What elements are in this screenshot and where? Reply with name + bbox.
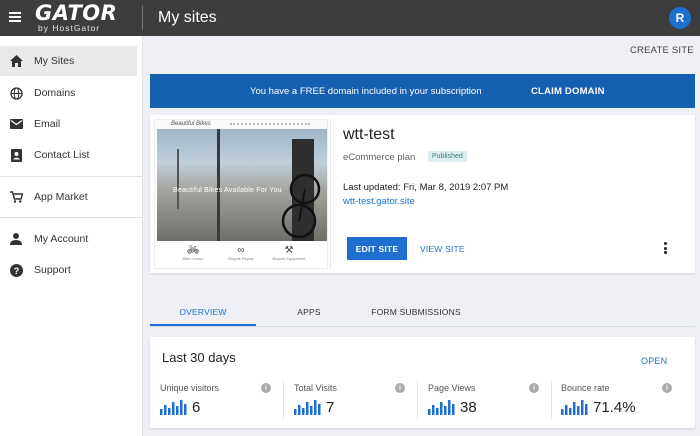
sidebar-item-my-sites[interactable]: My Sites <box>0 46 137 76</box>
bicycle-chain-icon: ∞ <box>237 245 245 256</box>
sidebar-item-email[interactable]: Email <box>0 109 142 139</box>
gator-logo[interactable]: GATOR by HostGator <box>35 2 117 33</box>
metric-unique-visitors: Unique visitors i 6 <box>150 377 282 421</box>
site-name: wtt-test <box>343 126 395 143</box>
hamburger-icon[interactable] <box>9 12 21 22</box>
bar-chart-icon <box>561 400 588 415</box>
thumbnail-feature-text: Bicycle Repair <box>228 256 254 261</box>
tab-form-submissions[interactable]: FORM SUBMISSIONS <box>362 297 470 327</box>
status-badge: Published <box>428 151 467 162</box>
person-icon <box>8 231 24 247</box>
site-url-link[interactable]: wtt-test.gator.site <box>343 196 415 207</box>
metric-label: Total Visits <box>294 383 337 393</box>
brand-name: GATOR <box>35 1 118 25</box>
metric-label: Bounce rate <box>561 383 610 393</box>
card-divider <box>330 119 331 269</box>
thumbnail-feature-text: Bicycle Equipment <box>272 256 306 261</box>
metric-value: 6 <box>192 399 201 416</box>
site-card: Beautiful Bikes Beautiful Bikes Availabl… <box>150 115 695 273</box>
metric-value: 38 <box>460 399 477 416</box>
svg-text:?: ? <box>13 266 19 276</box>
sidebar-item-label: Domains <box>34 87 76 99</box>
thumbnail-site-title: Beautiful Bikes <box>171 121 211 127</box>
sidebar-item-label: Contact List <box>34 149 90 161</box>
site-plan: eCommerce plan <box>343 152 416 163</box>
open-stats-button[interactable]: OPEN <box>641 356 667 366</box>
metric-value: 7 <box>326 399 335 416</box>
more-options-icon[interactable] <box>661 242 669 256</box>
header-divider <box>142 6 143 30</box>
info-icon[interactable]: i <box>529 383 539 393</box>
thumbnail-hero-caption: Beautiful Bikes Available For You <box>173 187 282 194</box>
mail-icon <box>8 116 24 132</box>
home-icon <box>8 53 24 69</box>
tabs-divider <box>150 326 695 327</box>
user-avatar[interactable]: R <box>669 7 691 29</box>
sidebar-item-contact-list[interactable]: Contact List <box>0 140 142 170</box>
thumbnail-feature: 🚲︎ Bike Lineup <box>173 245 213 262</box>
sidebar-item-label: My Sites <box>34 55 75 67</box>
sidebar-item-label: Email <box>34 118 61 130</box>
metric-bounce-rate: Bounce rate i 71.4% <box>551 377 683 421</box>
metric-label: Page Views <box>428 383 476 393</box>
cart-icon <box>8 189 24 205</box>
contact-book-icon <box>8 147 24 163</box>
sidebar-item-label: App Market <box>34 191 88 203</box>
sidebar: My Sites Domains Email Contact List App … <box>0 36 143 436</box>
bicycle-icon: 🚲︎ <box>186 245 200 256</box>
tab-apps[interactable]: APPS <box>256 297 362 327</box>
thumbnail-feature: ⚒ Bicycle Equipment <box>269 245 309 262</box>
sidebar-item-domains[interactable]: Domains <box>0 78 142 108</box>
claim-domain-button[interactable]: CLAIM DOMAIN <box>531 86 605 97</box>
sidebar-item-app-market[interactable]: App Market <box>0 182 142 212</box>
thumbnail-feature-text: Bike Lineup <box>182 256 204 261</box>
thumbnail-hero-image: Beautiful Bikes Available For You <box>157 129 327 241</box>
globe-icon <box>8 85 24 101</box>
edit-site-button[interactable]: EDIT SITE <box>347 237 407 260</box>
create-site-button[interactable]: CREATE SITE <box>630 45 694 56</box>
info-icon[interactable]: i <box>662 383 672 393</box>
bar-chart-icon <box>428 400 455 415</box>
stats-card: Last 30 days OPEN Unique visitors i 6 To… <box>150 337 695 428</box>
metric-total-visits: Total Visits i 7 <box>284 377 416 421</box>
bike-parts-icon: ⚒ <box>284 245 294 256</box>
sidebar-item-support[interactable]: ? Support <box>0 255 142 285</box>
last-updated-value: Fri, Mar 8, 2019 2:07 PM <box>403 182 509 193</box>
site-thumbnail[interactable]: Beautiful Bikes Beautiful Bikes Availabl… <box>154 119 328 269</box>
thumbnail-nav-links <box>230 123 310 126</box>
page-title: My sites <box>158 9 217 26</box>
tab-overview[interactable]: OVERVIEW <box>150 297 256 327</box>
view-site-button[interactable]: VIEW SITE <box>420 244 465 254</box>
sidebar-item-label: Support <box>34 264 71 276</box>
bar-chart-icon <box>160 400 187 415</box>
info-icon[interactable]: i <box>261 383 271 393</box>
free-domain-banner: You have a FREE domain included in your … <box>150 74 695 108</box>
sidebar-item-my-account[interactable]: My Account <box>0 224 142 254</box>
top-bar: GATOR by HostGator My sites R <box>0 0 700 36</box>
last-updated-label: Last updated: <box>343 182 401 193</box>
sidebar-divider <box>0 217 142 218</box>
thumbnail-feature: ∞ Bicycle Repair <box>221 245 261 262</box>
bar-chart-icon <box>294 400 321 415</box>
metric-label: Unique visitors <box>160 383 220 393</box>
sidebar-divider <box>0 176 142 177</box>
sidebar-item-label: My Account <box>34 233 89 245</box>
info-icon[interactable]: i <box>395 383 405 393</box>
metric-value: 71.4% <box>593 399 636 416</box>
last-updated: Last updated: Fri, Mar 8, 2019 2:07 PM <box>343 182 508 193</box>
metric-page-views: Page Views i 38 <box>418 377 550 421</box>
banner-message: You have a FREE domain included in your … <box>250 86 482 97</box>
site-tabs: OVERVIEW APPS FORM SUBMISSIONS <box>150 297 470 327</box>
help-icon: ? <box>8 262 24 278</box>
brand-subtitle: by HostGator <box>38 23 101 33</box>
stats-heading: Last 30 days <box>162 350 236 365</box>
